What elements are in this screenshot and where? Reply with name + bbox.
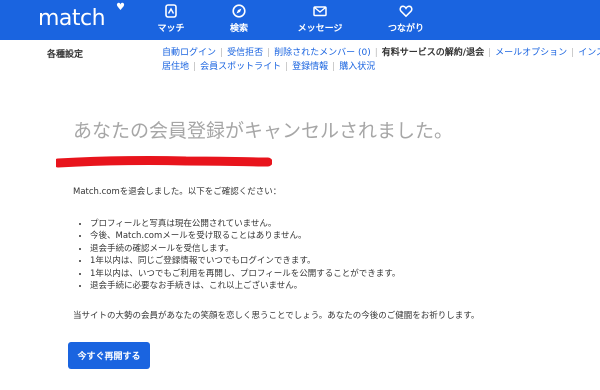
settings-heading: 各種設定 [47,50,84,60]
list-item: 退会手続に必要なお手続きは、これ以上ございません。 [90,280,400,292]
settings-links: 自動ログイン | 受信拒否 | 削除されたメンバー (0) | 有料サービスの解約/退会 | メ… [162,46,600,74]
match-logo[interactable]: match ♥ [38,2,125,31]
list-item: 1年以内は、同じご登録情報でいつでもログインできます。 [90,255,400,267]
separator: | [267,48,271,58]
reactivate-button[interactable]: 今すぐ再開する [68,342,150,369]
settings-link-email-options[interactable]: メールオプション [495,48,567,58]
redaction-mark [56,156,272,168]
logo-heart-icon: ♥ [116,2,125,13]
settings-link-purchase-status[interactable]: 購入状況 [339,62,375,72]
separator: | [488,48,492,58]
page-title: あなたの会員登録がキャンセルされました。 [73,120,454,142]
separator: | [332,62,336,72]
compass-icon [232,4,246,18]
nav-item-connections[interactable]: つながり [380,4,432,38]
settings-link-truncated[interactable]: インス [578,48,600,58]
nav-label-messages: メッセージ [297,24,343,34]
nav-label-connections: つながり [387,24,424,34]
separator: | [285,62,289,72]
separator: | [374,48,378,58]
heart-icon [399,5,413,18]
separator: | [220,48,224,58]
settings-link-blocked[interactable]: 受信拒否 [227,48,263,58]
settings-link-auto-login[interactable]: 自動ログイン [162,48,216,58]
intro-text: Match.comを退会しました。以下をご確認ください： [73,187,282,197]
settings-link-spotlight[interactable]: 会員スポットライト [200,62,281,72]
confirmation-list: プロフィールと写真は現在公開されていません。 今後、Match.comメールを受… [73,218,400,292]
settings-link-cancel-membership[interactable]: 有料サービスの解約/退会 [382,48,484,58]
top-navigation-bar: match ♥ マッチ 検索 メッセージ つながり [0,0,600,40]
nav-label-search: 検索 [229,24,248,34]
closing-text: 当サイトの大勢の会員があなたの笑顔を恋しく思うことでしょう。あなたの今後のご健闘… [73,311,480,321]
separator: | [193,62,197,72]
list-item: 1年以内は、いつでもご利用を再開し、プロフィールを公開することができます。 [90,268,400,280]
list-item: 退会手続の確認メールを受信します。 [90,243,400,255]
nav-item-match[interactable]: マッチ [156,4,186,38]
list-item: プロフィールと写真は現在公開されていません。 [90,218,400,230]
list-item: 今後、Match.comメールを受け取ることはありません。 [90,230,400,242]
logo-text: match [38,6,106,31]
settings-link-residence[interactable]: 居住地 [162,62,189,72]
separator: | [571,48,575,58]
nav-item-messages[interactable]: メッセージ [292,4,348,38]
settings-link-registration-info[interactable]: 登録情報 [292,62,328,72]
nav-label-match: マッチ [157,24,185,34]
settings-link-deleted-members[interactable]: 削除されたメンバー (0) [274,48,371,58]
nav-item-search[interactable]: 検索 [224,4,254,38]
match-icon [165,4,177,18]
envelope-icon [313,6,327,17]
